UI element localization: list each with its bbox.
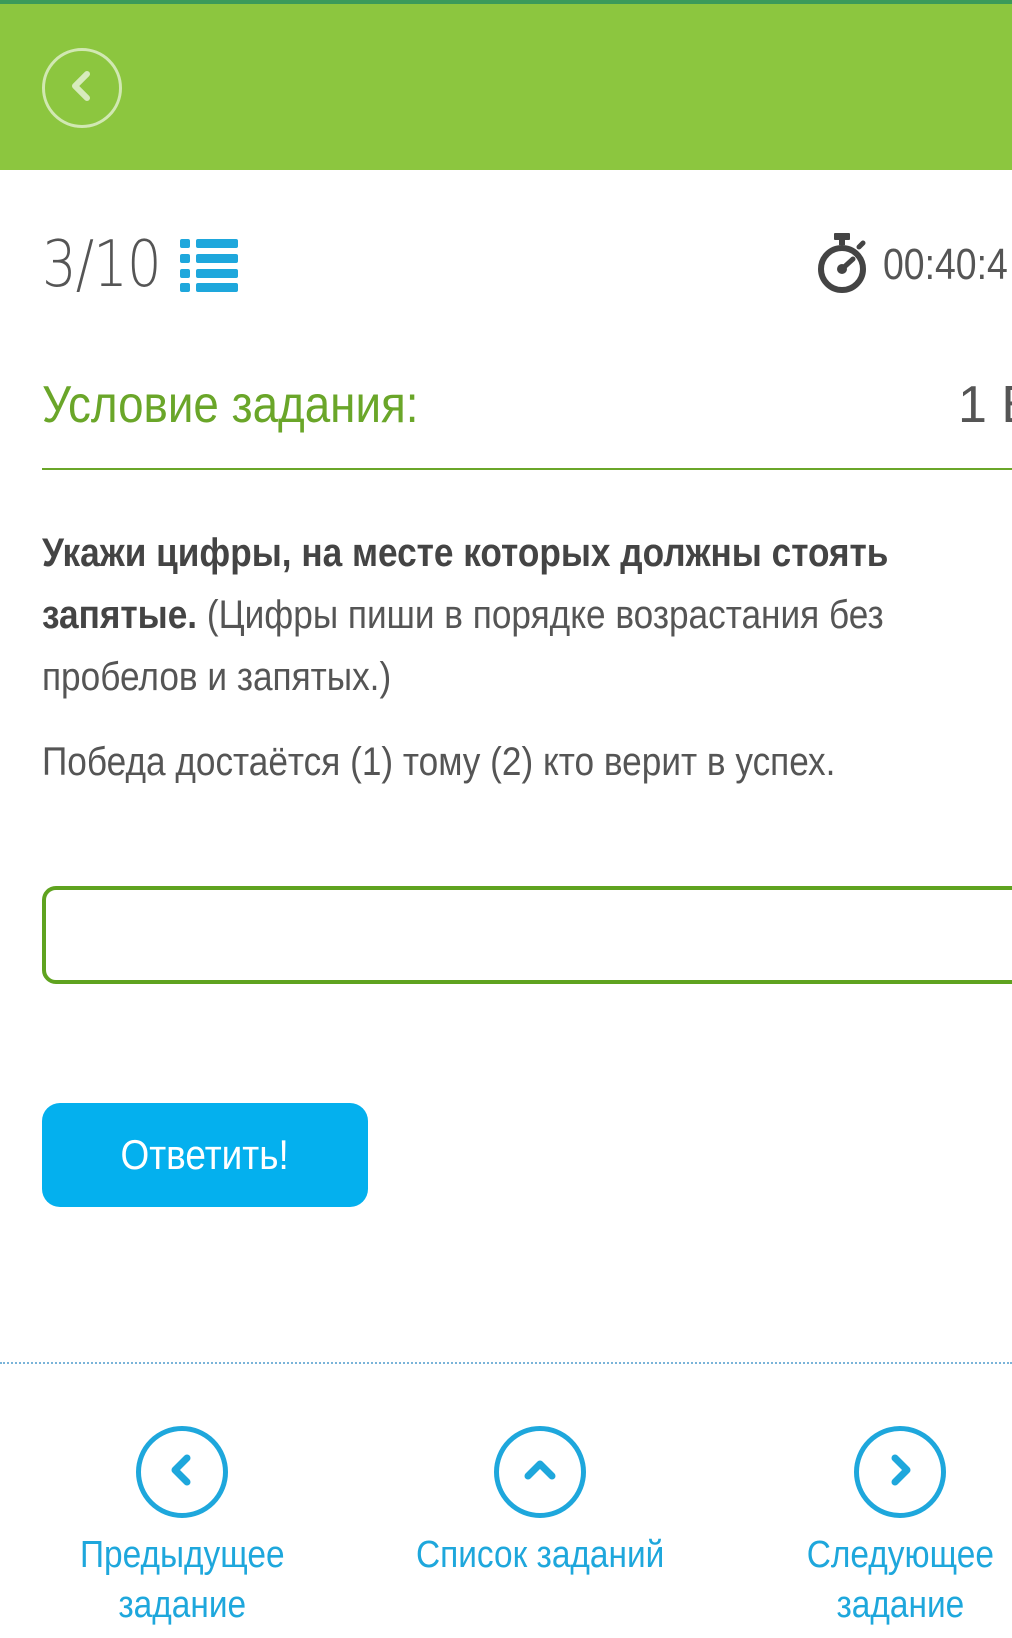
chevron-left-icon xyxy=(162,1450,202,1495)
chevron-left-icon xyxy=(62,66,102,111)
back-button[interactable] xyxy=(42,48,122,128)
task-counter: 3/10 xyxy=(42,228,162,302)
task-list-button[interactable]: Список заданий xyxy=(380,1426,700,1580)
next-label-line2: задание xyxy=(836,1584,964,1626)
chevron-right-icon xyxy=(880,1450,920,1495)
next-task-label: Следующее задание xyxy=(806,1530,993,1630)
list-icon[interactable] xyxy=(180,237,240,298)
task-sentence: Победа достаётся (1) тому (2) кто верит … xyxy=(42,740,836,784)
task-list-label: Список заданий xyxy=(415,1534,665,1576)
timer-value: 00:40:4 xyxy=(883,240,1008,289)
prev-task-label: Предыдущее задание xyxy=(80,1530,285,1630)
chevron-up-icon xyxy=(520,1450,560,1495)
app-header xyxy=(0,0,1012,170)
stopwatch-icon xyxy=(814,231,870,300)
submit-label: Ответить! xyxy=(120,1131,290,1178)
task-description: Укажи цифры, на месте которых должны сто… xyxy=(42,522,940,708)
footer-divider xyxy=(0,1362,1012,1364)
prev-label-line2: задание xyxy=(118,1584,246,1626)
next-label-line1: Следующее xyxy=(806,1534,994,1576)
progress-row: 3/10 00:40:4 xyxy=(42,225,1012,305)
submit-button[interactable]: Ответить! xyxy=(42,1103,368,1207)
next-circle xyxy=(854,1426,946,1518)
divider xyxy=(42,468,1012,470)
next-task-button[interactable]: Следующее задание xyxy=(770,1426,1012,1630)
prev-label-line1: Предыдущее xyxy=(79,1534,285,1576)
condition-title: Условие задания: xyxy=(42,376,419,434)
points-label: 1 Б xyxy=(958,376,1012,434)
list-circle xyxy=(494,1426,586,1518)
answer-input[interactable] xyxy=(42,886,1012,984)
prev-task-button[interactable]: Предыдущее задание xyxy=(52,1426,312,1630)
prev-circle xyxy=(136,1426,228,1518)
